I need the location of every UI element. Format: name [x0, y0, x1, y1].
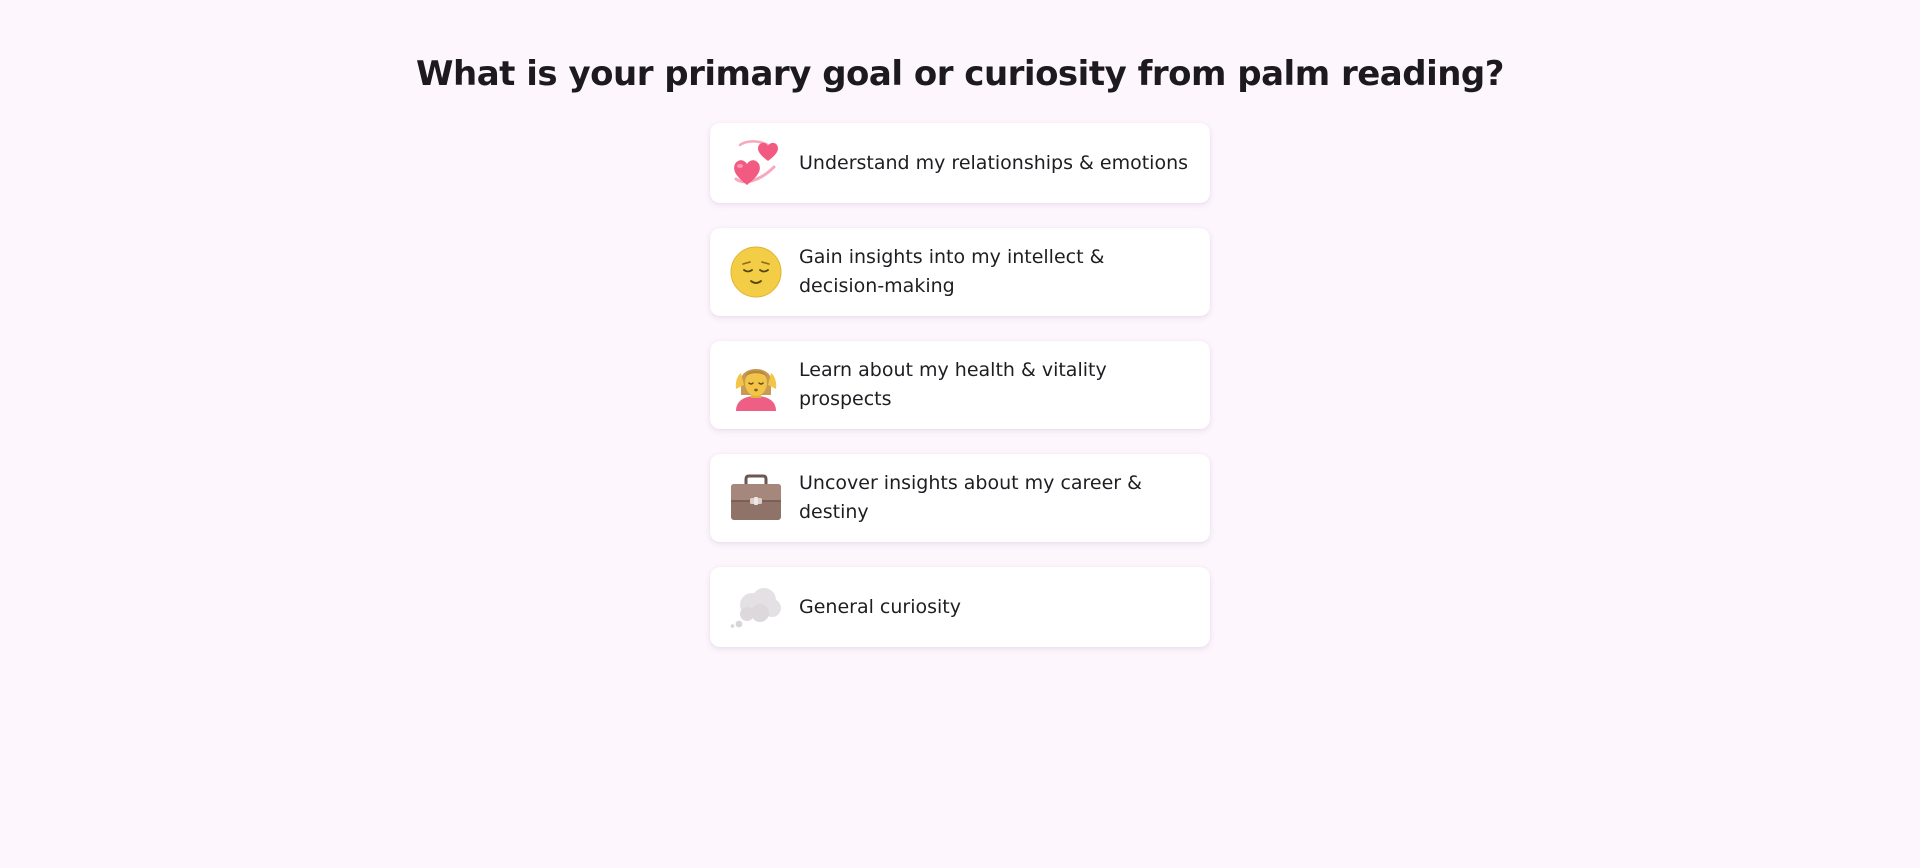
two-hearts-icon	[730, 137, 782, 189]
relieved-face-icon	[730, 246, 782, 298]
thought-bubble-icon	[730, 581, 782, 633]
option-intellect[interactable]: Gain insights into my intellect & decisi…	[710, 228, 1210, 316]
option-relationships[interactable]: Understand my relationships & emotions	[710, 123, 1210, 203]
option-general-curiosity[interactable]: General curiosity	[710, 567, 1210, 647]
option-label: Gain insights into my intellect & decisi…	[799, 246, 1105, 297]
briefcase-icon	[730, 472, 782, 524]
option-health[interactable]: Learn about my health & vitality prospec…	[710, 341, 1210, 429]
answer-options-list: Understand my relationships & emotions G…	[710, 123, 1210, 672]
quiz-page: What is your primary goal or curiosity f…	[0, 0, 1920, 868]
option-label: Understand my relationships & emotions	[799, 151, 1189, 174]
option-label: Uncover insights about my career & desti…	[799, 472, 1142, 523]
option-label: Learn about my health & vitality prospec…	[799, 359, 1107, 410]
person-meditating-icon	[730, 359, 782, 411]
option-label: General curiosity	[799, 595, 961, 618]
question-title: What is your primary goal or curiosity f…	[416, 54, 1505, 94]
option-career[interactable]: Uncover insights about my career & desti…	[710, 454, 1210, 542]
